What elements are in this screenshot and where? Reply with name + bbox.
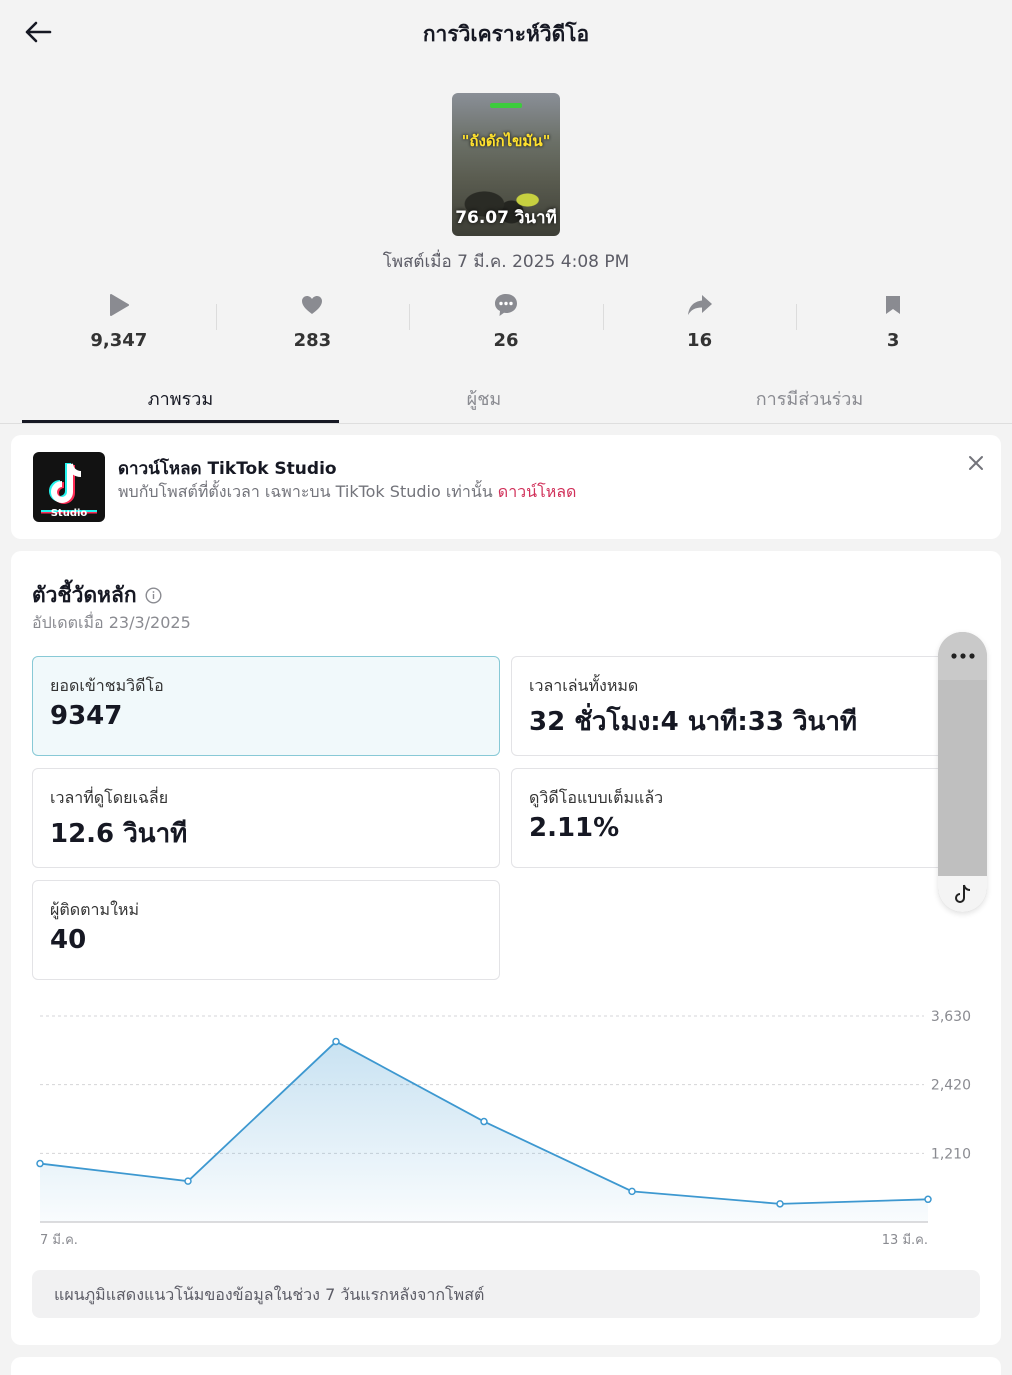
metric-label: เวลาที่ดูโดยเฉลี่ย bbox=[50, 788, 169, 807]
metric-average-watch-time[interactable]: เวลาที่ดูโดยเฉลี่ย 12.6 วินาที bbox=[32, 768, 500, 868]
stat-comments: 26 bbox=[409, 290, 603, 356]
top-bar: การวิเคราะห์วิดีโอ bbox=[0, 0, 1012, 64]
stat-value: 9,347 bbox=[90, 330, 148, 351]
stat-value: 16 bbox=[687, 330, 713, 351]
promo-download-link[interactable]: ดาวน์โหลด bbox=[498, 482, 577, 501]
promo-subtitle: พบกับโพสต์ที่ตั้งเวลา เฉพาะบน TikTok Stu… bbox=[118, 480, 576, 505]
tab-overview[interactable]: ภาพรวม bbox=[22, 384, 339, 413]
more-options-icon[interactable] bbox=[938, 632, 987, 680]
metric-label: ผู้ติดตามใหม่ bbox=[50, 900, 139, 919]
tiktok-studio-logo: Studio bbox=[33, 452, 105, 522]
tab-audience[interactable]: ผู้ชม bbox=[339, 384, 629, 413]
metric-watched-full-video[interactable]: ดูวิดีโอแบบเต็มแล้ว 2.11% bbox=[511, 768, 979, 868]
next-card bbox=[11, 1357, 1001, 1375]
metric-value: 32 ชั่วโมง:4 นาที:33 วินาที bbox=[529, 707, 858, 737]
stats-row: 9,347 283 26 16 3 bbox=[22, 290, 990, 356]
comment-icon bbox=[493, 290, 519, 320]
tab-engagement[interactable]: การมีส่วนร่วม bbox=[629, 384, 990, 413]
metric-video-views[interactable]: ยอดเข้าชมวิดีโอ 9347 bbox=[32, 656, 500, 756]
metrics-title-text: ตัวชี้วัดหลัก bbox=[32, 583, 137, 607]
metric-value: 40 bbox=[50, 925, 87, 955]
metric-value: 12.6 วินาที bbox=[50, 819, 188, 849]
metric-label: เวลาเล่นทั้งหมด bbox=[529, 676, 639, 695]
stat-shares: 16 bbox=[602, 290, 797, 356]
stat-likes: 283 bbox=[215, 290, 410, 356]
floating-side-bar bbox=[938, 632, 987, 912]
metric-total-play-time[interactable]: เวลาเล่นทั้งหมด 32 ชั่วโมง:4 นาที:33 วิน… bbox=[511, 656, 979, 756]
play-icon bbox=[107, 290, 131, 320]
metric-new-followers[interactable]: ผู้ติดตามใหม่ 40 bbox=[32, 880, 500, 980]
metrics-title: ตัวชี้วัดหลัก bbox=[32, 579, 162, 612]
page-title: การวิเคราะห์วิดีโอ bbox=[422, 22, 590, 46]
bookmark-icon bbox=[884, 290, 902, 320]
thumbnail-tag bbox=[490, 103, 522, 108]
tab-bar: ภาพรวม ผู้ชม การมีส่วนร่วม bbox=[0, 372, 1012, 424]
heart-icon bbox=[300, 290, 324, 320]
tab-active-indicator bbox=[22, 420, 339, 423]
metric-value: 2.11% bbox=[529, 813, 620, 843]
stat-views: 9,347 bbox=[22, 290, 216, 356]
posted-date: โพสต์เมื่อ 7 มี.ค. 2025 4:08 PM bbox=[382, 252, 630, 272]
close-icon[interactable] bbox=[965, 452, 987, 474]
metric-value: 9347 bbox=[50, 701, 123, 731]
share-icon bbox=[686, 290, 714, 320]
promo-title: ดาวน์โหลด TikTok Studio bbox=[118, 459, 337, 479]
stat-value: 283 bbox=[293, 330, 332, 351]
metrics-updated: อัปเดตเมื่อ 23/3/2025 bbox=[32, 613, 191, 632]
video-duration: 76.07 วินาที bbox=[455, 208, 557, 228]
stat-saves: 3 bbox=[796, 290, 990, 356]
info-icon[interactable] bbox=[145, 587, 162, 604]
metric-label: ยอดเข้าชมวิดีโอ bbox=[50, 676, 164, 695]
chart-note: แผนภูมิแสดงแนวโน้มของข้อมูลในช่วง 7 วันแ… bbox=[32, 1270, 980, 1318]
video-thumbnail[interactable]: "ถังดักไขมัน" 76.07 วินาที bbox=[452, 93, 560, 236]
stat-value: 26 bbox=[493, 330, 519, 351]
promo-subtitle-text: พบกับโพสต์ที่ตั้งเวลา เฉพาะบน TikTok Stu… bbox=[118, 482, 493, 501]
key-metrics-card: ตัวชี้วัดหลัก อัปเดตเมื่อ 23/3/2025 ยอดเ… bbox=[11, 551, 1001, 1345]
metric-label: ดูวิดีโอแบบเต็มแล้ว bbox=[529, 788, 664, 807]
tiktok-studio-promo: Studio ดาวน์โหลด TikTok Studio พบกับโพสต… bbox=[11, 435, 1001, 539]
stat-value: 3 bbox=[886, 330, 900, 351]
thumbnail-headline: "ถังดักไขมัน" bbox=[461, 132, 551, 150]
logo-label: Studio bbox=[50, 508, 88, 519]
